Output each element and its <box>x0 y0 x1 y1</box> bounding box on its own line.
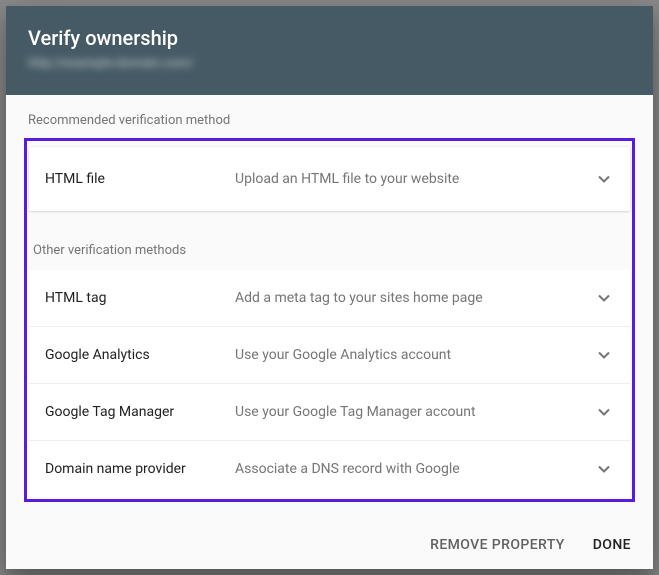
method-desc: Upload an HTML file to your website <box>235 171 594 187</box>
recommended-label: Recommended verification method <box>8 113 651 138</box>
method-name: Google Analytics <box>45 347 235 363</box>
method-name: Domain name provider <box>45 461 235 477</box>
done-button[interactable]: DONE <box>593 537 631 553</box>
dialog-footer: REMOVE PROPERTY DONE <box>6 521 653 569</box>
method-desc: Use your Google Tag Manager account <box>235 404 594 420</box>
method-html-tag[interactable]: HTML tag Add a meta tag to your sites ho… <box>29 270 630 327</box>
dialog-header: Verify ownership http://example-domain.c… <box>6 6 653 95</box>
chevron-down-icon <box>594 402 614 422</box>
other-methods-label: Other verification methods <box>29 223 630 270</box>
method-desc: Use your Google Analytics account <box>235 347 594 363</box>
property-url: http://example-domain.com/ <box>28 56 194 71</box>
method-name: HTML tag <box>45 290 235 306</box>
dialog-title: Verify ownership <box>28 26 631 50</box>
method-google-analytics[interactable]: Google Analytics Use your Google Analyti… <box>29 327 630 384</box>
method-name: HTML file <box>45 171 235 187</box>
chevron-down-icon <box>594 288 614 308</box>
verify-ownership-dialog: Verify ownership http://example-domain.c… <box>6 6 653 569</box>
method-desc: Add a meta tag to your sites home page <box>235 290 594 306</box>
chevron-down-icon <box>594 345 614 365</box>
dialog-body: Recommended verification method HTML fil… <box>6 95 653 521</box>
remove-property-button[interactable]: REMOVE PROPERTY <box>430 537 565 553</box>
method-name: Google Tag Manager <box>45 404 235 420</box>
method-html-file[interactable]: HTML file Upload an HTML file to your we… <box>29 147 630 211</box>
method-domain-name-provider[interactable]: Domain name provider Associate a DNS rec… <box>29 441 630 497</box>
method-desc: Associate a DNS record with Google <box>235 461 594 477</box>
method-google-tag-manager[interactable]: Google Tag Manager Use your Google Tag M… <box>29 384 630 441</box>
chevron-down-icon <box>594 459 614 479</box>
chevron-down-icon <box>594 169 614 189</box>
methods-highlight: HTML file Upload an HTML file to your we… <box>24 138 635 502</box>
